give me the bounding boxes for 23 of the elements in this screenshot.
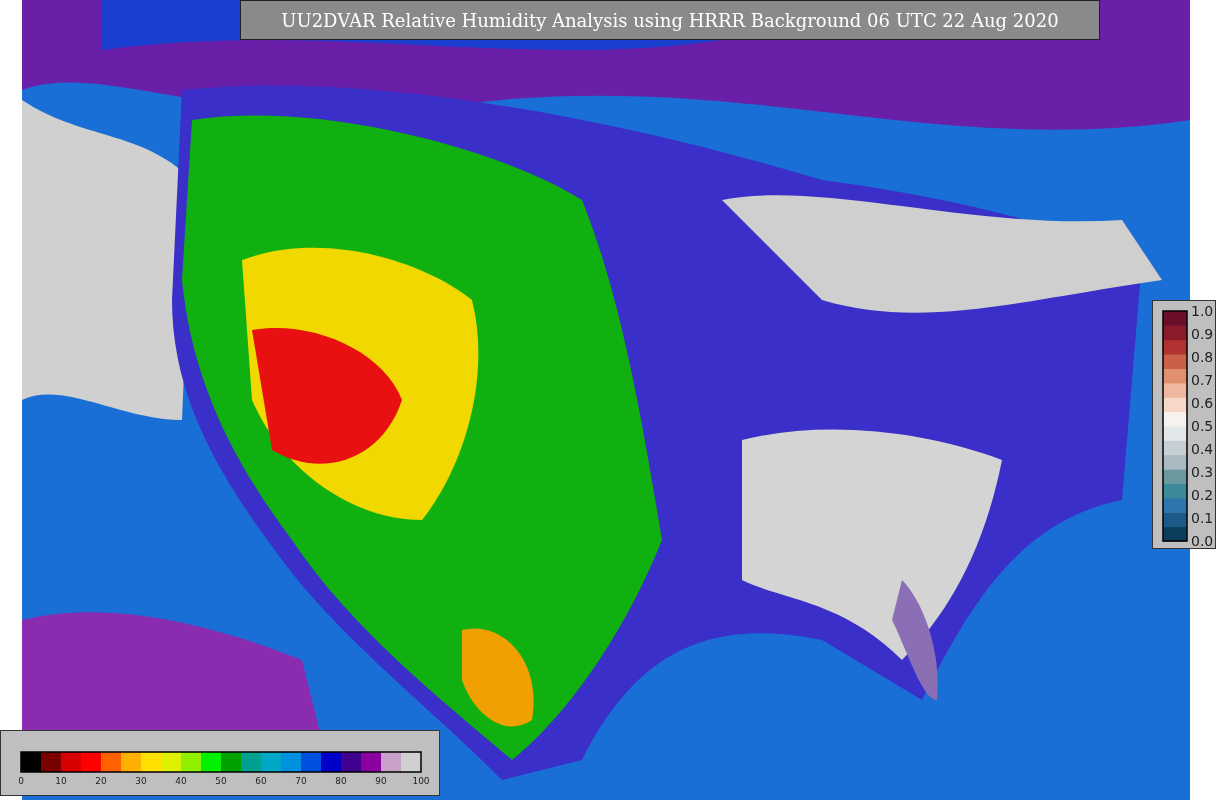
colorbar-tick-label: 50 — [215, 777, 227, 786]
colorbar-tick-label: 40 — [175, 777, 187, 786]
colorbar-tick-label: 100 — [412, 777, 430, 786]
colorbar-tick-label: 0.0 — [1191, 534, 1214, 548]
colorbar-tick-label: 0.6 — [1191, 396, 1214, 410]
colorbar-tick-label: 0.7 — [1191, 373, 1214, 387]
map-title: UU2DVAR Relative Humidity Analysis using HRRR Background 06 UTC 22 Aug 2020 — [240, 0, 1100, 40]
colorbar-tick-label: 90 — [375, 777, 387, 786]
colorbar-tick-label: 0.2 — [1191, 488, 1214, 502]
colorbar-tick-label: 70 — [295, 777, 307, 786]
colorbar-tick-label: 0.5 — [1191, 419, 1214, 433]
colorbar-tick-label: 20 — [95, 777, 107, 786]
colorbar-tick-label: 0.3 — [1191, 465, 1214, 479]
colorbar-tick-label: 1.0 — [1191, 304, 1214, 318]
colorbar-tick-label: 10 — [55, 777, 67, 786]
colorbar-tick-label: 0.4 — [1191, 442, 1214, 456]
colorbar-tick-label: 0.8 — [1191, 350, 1214, 364]
colorbar-tick-label: 80 — [335, 777, 347, 786]
colorbar-tick-label: 0 — [18, 777, 24, 786]
colorbar-tick-label: 30 — [135, 777, 147, 786]
colorbar-tick-label: 60 — [255, 777, 267, 786]
colorbar-tick-label: 0.1 — [1191, 511, 1214, 525]
colorbar-tick-label: 0.9 — [1191, 327, 1214, 341]
